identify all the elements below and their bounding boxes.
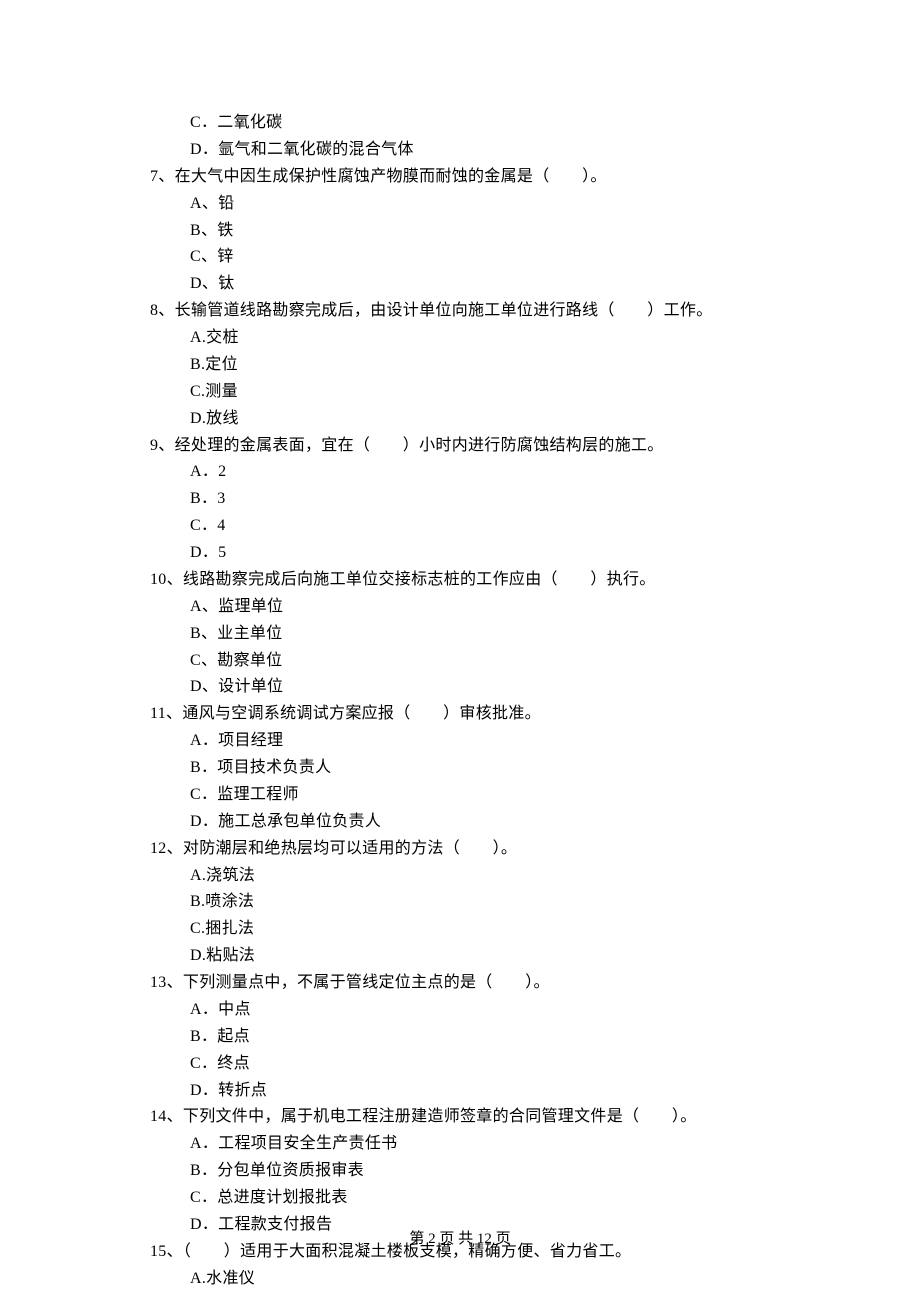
options-block: A．2 B．3 C．4 D．5 — [150, 459, 790, 567]
option-item: A、铅 — [190, 191, 790, 218]
question-stem: 下列文件中，属于机电工程注册建造师签章的合同管理文件是（ ）。 — [183, 1108, 697, 1125]
question-number: 8、 — [150, 302, 175, 319]
question-stem: 经处理的金属表面，宜在（ ）小时内进行防腐蚀结构层的施工。 — [175, 437, 664, 454]
options-block: A.交桩 B.定位 C.测量 D.放线 — [150, 325, 790, 433]
document-content: C．二氧化碳 D．氩气和二氧化碳的混合气体 7、在大气中因生成保护性腐蚀产物膜而… — [150, 110, 790, 1293]
option-item: C、勘察单位 — [190, 648, 790, 675]
question-number: 13、 — [150, 974, 183, 991]
option-item: D．转折点 — [190, 1078, 790, 1105]
option-item: B．3 — [190, 486, 790, 513]
question-number: 11、 — [150, 705, 182, 722]
option-item: C．总进度计划报批表 — [190, 1185, 790, 1212]
question-number: 10、 — [150, 571, 183, 588]
question-text: 8、长输管道线路勘察完成后，由设计单位向施工单位进行路线（ ）工作。 — [150, 298, 790, 325]
option-item: D．5 — [190, 540, 790, 567]
question-text: 13、下列测量点中，不属于管线定位主点的是（ ）。 — [150, 970, 790, 997]
question-14: 14、下列文件中，属于机电工程注册建造师签章的合同管理文件是（ ）。 A．工程项… — [150, 1104, 790, 1238]
question-text: 10、线路勘察完成后向施工单位交接标志桩的工作应由（ ）执行。 — [150, 567, 790, 594]
question-number: 14、 — [150, 1108, 183, 1125]
question-number: 9、 — [150, 437, 175, 454]
question-stem: 长输管道线路勘察完成后，由设计单位向施工单位进行路线（ ）工作。 — [175, 302, 713, 319]
option-item: D、设计单位 — [190, 674, 790, 701]
option-item: A.交桩 — [190, 325, 790, 352]
option-item: A.浇筑法 — [190, 863, 790, 890]
options-block: A.浇筑法 B.喷涂法 C.捆扎法 D.粘贴法 — [150, 863, 790, 971]
option-item: B.喷涂法 — [190, 889, 790, 916]
options-block: A、监理单位 B、业主单位 C、勘察单位 D、设计单位 — [150, 594, 790, 702]
option-item: D、钛 — [190, 271, 790, 298]
option-item: D.放线 — [190, 406, 790, 433]
option-item: D.粘贴法 — [190, 943, 790, 970]
option-item: A.水准仪 — [190, 1266, 790, 1293]
option-item: A．中点 — [190, 997, 790, 1024]
question-text: 9、经处理的金属表面，宜在（ ）小时内进行防腐蚀结构层的施工。 — [150, 433, 790, 460]
leading-options-block: C．二氧化碳 D．氩气和二氧化碳的混合气体 — [150, 110, 790, 164]
options-block: A．中点 B．起点 C．终点 D．转折点 — [150, 997, 790, 1105]
option-item: A．项目经理 — [190, 728, 790, 755]
question-7: 7、在大气中因生成保护性腐蚀产物膜而耐蚀的金属是（ ）。 A、铅 B、铁 C、锌… — [150, 164, 790, 298]
option-item: D．氩气和二氧化碳的混合气体 — [190, 137, 790, 164]
question-12: 12、对防潮层和绝热层均可以适用的方法（ ）。 A.浇筑法 B.喷涂法 C.捆扎… — [150, 836, 790, 970]
question-text: 7、在大气中因生成保护性腐蚀产物膜而耐蚀的金属是（ ）。 — [150, 164, 790, 191]
option-item: C．二氧化碳 — [190, 110, 790, 137]
question-stem: 下列测量点中，不属于管线定位主点的是（ ）。 — [183, 974, 550, 991]
option-item: A．工程项目安全生产责任书 — [190, 1131, 790, 1158]
options-block: A．工程项目安全生产责任书 B．分包单位资质报审表 C．总进度计划报批表 D．工… — [150, 1131, 790, 1239]
option-item: C.捆扎法 — [190, 916, 790, 943]
question-9: 9、经处理的金属表面，宜在（ ）小时内进行防腐蚀结构层的施工。 A．2 B．3 … — [150, 433, 790, 567]
question-8: 8、长输管道线路勘察完成后，由设计单位向施工单位进行路线（ ）工作。 A.交桩 … — [150, 298, 790, 432]
option-item: A．2 — [190, 459, 790, 486]
option-item: C．4 — [190, 513, 790, 540]
option-item: B．分包单位资质报审表 — [190, 1158, 790, 1185]
question-13: 13、下列测量点中，不属于管线定位主点的是（ ）。 A．中点 B．起点 C．终点… — [150, 970, 790, 1104]
option-item: B、业主单位 — [190, 621, 790, 648]
question-stem: 对防潮层和绝热层均可以适用的方法（ ）。 — [183, 840, 517, 857]
question-stem: 通风与空调系统调试方案应报（ ）审核批准。 — [182, 705, 541, 722]
question-text: 14、下列文件中，属于机电工程注册建造师签章的合同管理文件是（ ）。 — [150, 1104, 790, 1131]
page-footer: 第 2 页 共 12 页 — [0, 1227, 920, 1252]
option-item: B．起点 — [190, 1024, 790, 1051]
option-item: D．施工总承包单位负责人 — [190, 809, 790, 836]
options-block: A．项目经理 B．项目技术负责人 C．监理工程师 D．施工总承包单位负责人 — [150, 728, 790, 836]
question-11: 11、通风与空调系统调试方案应报（ ）审核批准。 A．项目经理 B．项目技术负责… — [150, 701, 790, 835]
option-item: C．监理工程师 — [190, 782, 790, 809]
question-number: 7、 — [150, 168, 175, 185]
options-block: A、铅 B、铁 C、锌 D、钛 — [150, 191, 790, 299]
question-10: 10、线路勘察完成后向施工单位交接标志桩的工作应由（ ）执行。 A、监理单位 B… — [150, 567, 790, 701]
question-stem: 线路勘察完成后向施工单位交接标志桩的工作应由（ ）执行。 — [183, 571, 656, 588]
question-stem: 在大气中因生成保护性腐蚀产物膜而耐蚀的金属是（ ）。 — [175, 168, 607, 185]
option-item: C．终点 — [190, 1051, 790, 1078]
option-item: C.测量 — [190, 379, 790, 406]
option-item: B、铁 — [190, 218, 790, 245]
question-text: 11、通风与空调系统调试方案应报（ ）审核批准。 — [150, 701, 790, 728]
option-item: B.定位 — [190, 352, 790, 379]
option-item: B．项目技术负责人 — [190, 755, 790, 782]
question-text: 12、对防潮层和绝热层均可以适用的方法（ ）。 — [150, 836, 790, 863]
option-item: C、锌 — [190, 244, 790, 271]
question-number: 12、 — [150, 840, 183, 857]
option-item: A、监理单位 — [190, 594, 790, 621]
options-block: A.水准仪 — [150, 1266, 790, 1293]
